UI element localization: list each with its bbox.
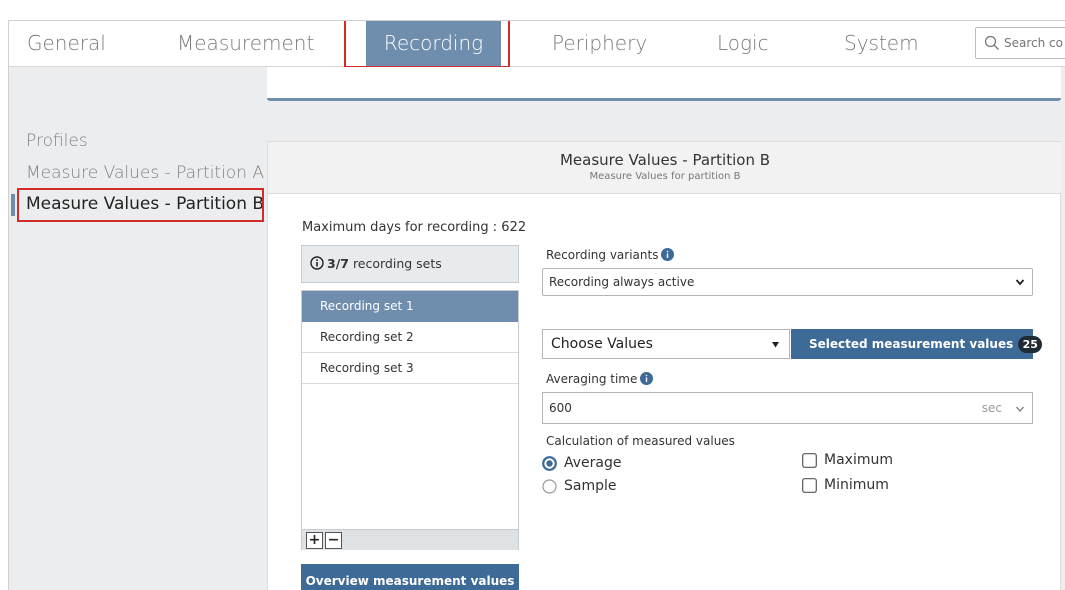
sidebar-heading: Profiles: [26, 131, 88, 151]
averaging-time-value: 600: [549, 401, 572, 415]
info-icon: [661, 248, 675, 261]
selected-values-count-badge: 25: [1018, 336, 1043, 353]
tab-system[interactable]: System: [844, 21, 919, 67]
radio-unchecked-icon[interactable]: [542, 479, 557, 494]
tab-periphery[interactable]: Periphery: [552, 21, 647, 67]
sidebar-active-marker: [11, 194, 15, 216]
list-item-recording-set-3[interactable]: Recording set 3: [302, 353, 518, 384]
recording-sets-list: Recording set 1 Recording set 2 Recordin…: [301, 290, 519, 550]
max-days-label: Maximum days for recording : 622: [302, 220, 527, 235]
radio-sample-label: Sample: [564, 478, 617, 494]
radio-average-label: Average: [564, 455, 622, 471]
sets-suffix: recording sets: [348, 256, 442, 271]
chevron-down-icon[interactable]: [1015, 404, 1025, 414]
averaging-time-text: Averaging time: [546, 372, 638, 386]
tab-logic[interactable]: Logic: [717, 21, 769, 67]
recording-variants-label: Recording variants: [546, 248, 675, 262]
recording-variant-value: Recording always active: [549, 275, 695, 289]
remove-set-button[interactable]: −: [325, 532, 342, 549]
sidebar-item-partition-a[interactable]: Measure Values - Partition A: [26, 163, 264, 183]
radio-checked-icon[interactable]: [542, 456, 557, 471]
selected-measurement-values-button[interactable]: Selected measurement values 25: [791, 329, 1043, 359]
sidebar-item-partition-b[interactable]: Measure Values - Partition B: [26, 194, 264, 214]
search-icon: [984, 35, 999, 50]
add-set-button[interactable]: +: [306, 532, 323, 549]
chevron-down-icon: [1015, 279, 1025, 286]
averaging-time-input[interactable]: 600 sec: [542, 392, 1033, 424]
recording-variants-text: Recording variants: [546, 248, 659, 262]
panel-header: Measure Values - Partition B Measure Val…: [268, 142, 1062, 194]
upper-panel: [267, 67, 1061, 101]
sets-total: /7: [335, 256, 349, 271]
tab-general[interactable]: General: [27, 21, 106, 67]
top-navigation: General Measurement Recording Periphery …: [9, 21, 1065, 67]
tab-recording[interactable]: Recording: [366, 21, 501, 67]
calculation-label: Calculation of measured values: [546, 434, 735, 448]
sets-current: 3: [327, 256, 336, 271]
recording-sets-count: 3/7 recording sets: [301, 245, 519, 283]
checkbox-unchecked-icon[interactable]: [802, 453, 817, 468]
choose-values-select[interactable]: Choose Values: [542, 329, 790, 359]
selected-values-label: Selected measurement values: [809, 337, 1014, 351]
panel-title: Measure Values - Partition B: [559, 151, 771, 169]
search-box[interactable]: [975, 27, 1065, 59]
averaging-time-label: Averaging time: [546, 372, 654, 386]
info-icon: [640, 372, 654, 385]
tab-measurement[interactable]: Measurement: [177, 21, 314, 67]
panel-subtitle: Measure Values for partition B: [589, 171, 741, 182]
checkbox-unchecked-icon[interactable]: [802, 478, 817, 493]
choose-values-text: Choose Values: [551, 336, 653, 352]
averaging-time-unit: sec: [981, 401, 1002, 415]
checkbox-maximum-label: Maximum: [824, 452, 893, 468]
list-item-recording-set-1[interactable]: Recording set 1: [302, 291, 518, 322]
checkbox-minimum-label: Minimum: [824, 477, 889, 493]
sets-list-footer: + −: [302, 529, 518, 550]
search-input[interactable]: [1004, 32, 1065, 54]
list-item-recording-set-2[interactable]: Recording set 2: [302, 322, 518, 353]
main-panel: Measure Values - Partition B Measure Val…: [267, 141, 1062, 590]
overview-measurement-values-button[interactable]: Overview measurement values: [301, 564, 519, 590]
app-window: General Measurement Recording Periphery …: [8, 20, 1065, 590]
info-circle-icon: [310, 256, 324, 270]
recording-variants-select[interactable]: Recording always active: [542, 268, 1033, 296]
caret-down-icon: [772, 342, 779, 348]
